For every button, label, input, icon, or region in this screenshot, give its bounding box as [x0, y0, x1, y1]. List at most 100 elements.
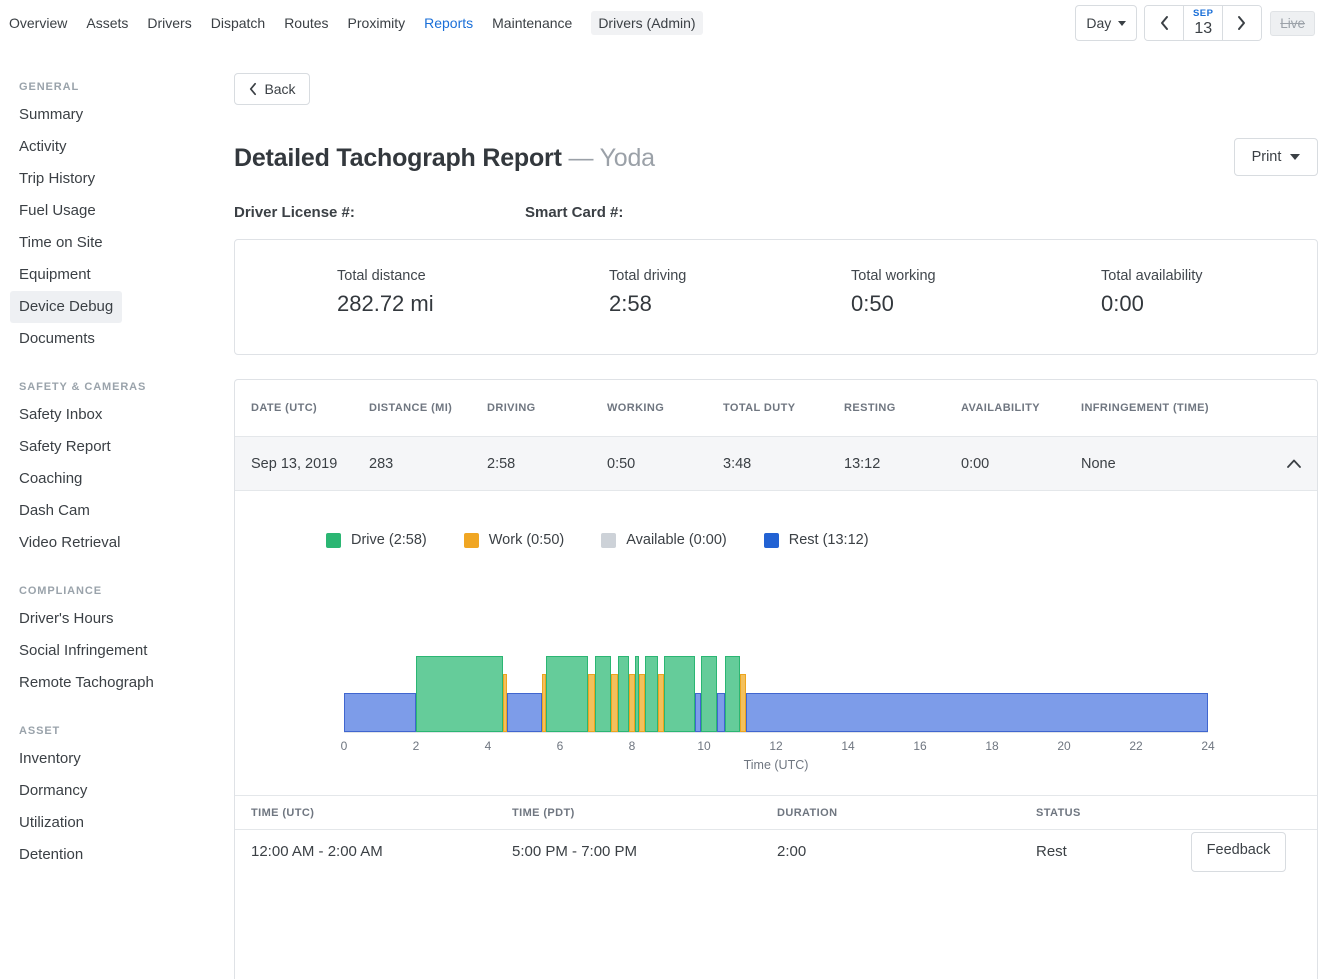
- chart-segment-drive: [645, 656, 658, 732]
- period-dropdown-button[interactable]: Day: [1075, 5, 1137, 41]
- nav-overview[interactable]: Overview: [9, 15, 67, 31]
- sidebar-item-summary[interactable]: Summary: [19, 99, 83, 131]
- col-date-utc: DATE (UTC): [251, 402, 369, 414]
- chart-segment-work: [658, 674, 664, 732]
- sidebar-item-device-debug[interactable]: Device Debug: [10, 291, 122, 323]
- next-day-button[interactable]: [1223, 6, 1261, 40]
- x-tick-label: 2: [413, 739, 420, 753]
- live-button[interactable]: Live: [1270, 11, 1315, 36]
- legend-rest[interactable]: Rest (13:12): [764, 532, 869, 548]
- print-label: Print: [1252, 149, 1282, 165]
- sidebar-section-asset: ASSET: [19, 725, 234, 737]
- x-tick-label: 12: [769, 739, 782, 753]
- chart-segment-rest: [344, 693, 416, 732]
- sidebar-section-compliance: COMPLIANCE: [19, 585, 234, 597]
- nav-drivers[interactable]: Drivers: [147, 15, 191, 31]
- date-controls: Day SEP 13 Live: [1075, 5, 1315, 41]
- x-tick-label: 22: [1129, 739, 1142, 753]
- col-time-pdt: TIME (PDT): [512, 807, 777, 819]
- chevron-up-icon: [1287, 459, 1301, 468]
- legend-drive[interactable]: Drive (2:58): [326, 532, 427, 548]
- cell-time-pdt: 5:00 PM - 7:00 PM: [512, 843, 777, 860]
- sidebar-item-dormancy[interactable]: Dormancy: [19, 775, 87, 807]
- sidebar-item-social-infringement[interactable]: Social Infringement: [19, 635, 147, 667]
- sidebar-item-remote-tachograph[interactable]: Remote Tachograph: [19, 667, 154, 699]
- x-tick-label: 10: [697, 739, 710, 753]
- detail-table-row[interactable]: 12:00 AM - 2:00 AM 5:00 PM - 7:00 PM 2:0…: [235, 830, 1317, 860]
- chart-plot-area: [344, 653, 1208, 733]
- sidebar-item-activity[interactable]: Activity: [19, 131, 67, 163]
- x-tick-label: 0: [341, 739, 348, 753]
- cell-working: 0:50: [607, 456, 723, 472]
- print-dropdown-button[interactable]: Print: [1234, 138, 1318, 176]
- chart-segment-work: [588, 674, 595, 732]
- sidebar-item-inventory[interactable]: Inventory: [19, 743, 81, 775]
- row-detail-panel: Drive (2:58) Work (0:50) Available (0:00…: [235, 491, 1317, 860]
- nav-reports[interactable]: Reports: [424, 15, 473, 31]
- stat-total-working: Total working 0:50: [851, 268, 1101, 354]
- sidebar-item-video-retrieval[interactable]: Video Retrieval: [19, 527, 120, 559]
- cell-duration: 2:00: [777, 843, 1036, 860]
- col-distance: DISTANCE (MI): [369, 402, 487, 414]
- stat-total-distance: Total distance 282.72 mi: [337, 268, 609, 354]
- available-swatch-icon: [601, 533, 616, 548]
- col-status: STATUS: [1036, 807, 1301, 819]
- summary-card: Total distance 282.72 mi Total driving 2…: [234, 239, 1318, 355]
- legend-work[interactable]: Work (0:50): [464, 532, 564, 548]
- x-tick-label: 14: [841, 739, 854, 753]
- date-month: SEP: [1193, 9, 1214, 19]
- legend-available[interactable]: Available (0:00): [601, 532, 727, 548]
- back-button[interactable]: Back: [234, 73, 310, 105]
- stat-total-driving: Total driving 2:58: [609, 268, 851, 354]
- chart-segment-drive: [664, 656, 695, 732]
- date-day: 13: [1194, 21, 1212, 37]
- chart-segment-rest: [746, 693, 1208, 732]
- sidebar-item-trip-history[interactable]: Trip History: [19, 163, 95, 195]
- sidebar-item-safety-inbox[interactable]: Safety Inbox: [19, 399, 102, 431]
- col-time-utc: TIME (UTC): [251, 807, 512, 819]
- sidebar-section-safety-cameras: SAFETY & CAMERAS: [19, 381, 234, 393]
- nav-drivers-admin[interactable]: Drivers (Admin): [591, 11, 702, 35]
- x-tick-label: 18: [985, 739, 998, 753]
- driver-license-label: Driver License #:: [234, 204, 525, 221]
- cell-total-duty: 3:48: [723, 456, 844, 472]
- current-date-display[interactable]: SEP 13: [1183, 6, 1223, 40]
- chevron-down-icon: [1290, 154, 1300, 160]
- table-row[interactable]: Sep 13, 2019 283 2:58 0:50 3:48 13:12 0:…: [235, 437, 1317, 491]
- col-infringement: INFRINGEMENT (TIME): [1081, 402, 1257, 414]
- driver-name: — Yoda: [568, 144, 654, 172]
- chart-segment-drive: [701, 656, 716, 732]
- sidebar-item-documents[interactable]: Documents: [19, 323, 95, 355]
- chevron-down-icon: [1118, 21, 1126, 26]
- collapse-row-button[interactable]: [1287, 459, 1301, 468]
- nav-routes[interactable]: Routes: [284, 15, 328, 31]
- sidebar-item-coaching[interactable]: Coaching: [19, 463, 82, 495]
- chart-segment-drive: [595, 656, 612, 732]
- sidebar-item-time-on-site[interactable]: Time on Site: [19, 227, 103, 259]
- chevron-left-icon: [248, 82, 257, 96]
- chart-segment-rest: [507, 693, 542, 732]
- sidebar-item-detention[interactable]: Detention: [19, 839, 83, 871]
- chart-x-axis-label: Time (UTC): [344, 758, 1208, 772]
- sidebar-item-drivers-hours[interactable]: Driver's Hours: [19, 603, 114, 635]
- sidebar-item-safety-report[interactable]: Safety Report: [19, 431, 111, 463]
- chart-legend: Drive (2:58) Work (0:50) Available (0:00…: [326, 532, 1317, 548]
- driver-meta: Driver License #: Smart Card #:: [234, 204, 1318, 221]
- prev-day-button[interactable]: [1145, 6, 1183, 40]
- nav-maintenance[interactable]: Maintenance: [492, 15, 572, 31]
- chart-segment-rest: [717, 693, 725, 732]
- nav-dispatch[interactable]: Dispatch: [211, 15, 265, 31]
- nav-assets[interactable]: Assets: [86, 15, 128, 31]
- chart-x-axis: 024681012141618202224: [344, 739, 1208, 754]
- table-header-row: DATE (UTC) DISTANCE (MI) DRIVING WORKING…: [235, 380, 1317, 437]
- sidebar-section-general: GENERAL: [19, 81, 234, 93]
- sidebar-item-utilization[interactable]: Utilization: [19, 807, 84, 839]
- sidebar-item-fuel-usage[interactable]: Fuel Usage: [19, 195, 96, 227]
- nav-proximity[interactable]: Proximity: [348, 15, 406, 31]
- sidebar-item-equipment[interactable]: Equipment: [19, 259, 91, 291]
- col-working: WORKING: [607, 402, 723, 414]
- x-tick-label: 16: [913, 739, 926, 753]
- period-label: Day: [1086, 15, 1111, 31]
- sidebar-item-dash-cam[interactable]: Dash Cam: [19, 495, 90, 527]
- x-tick-label: 24: [1201, 739, 1214, 753]
